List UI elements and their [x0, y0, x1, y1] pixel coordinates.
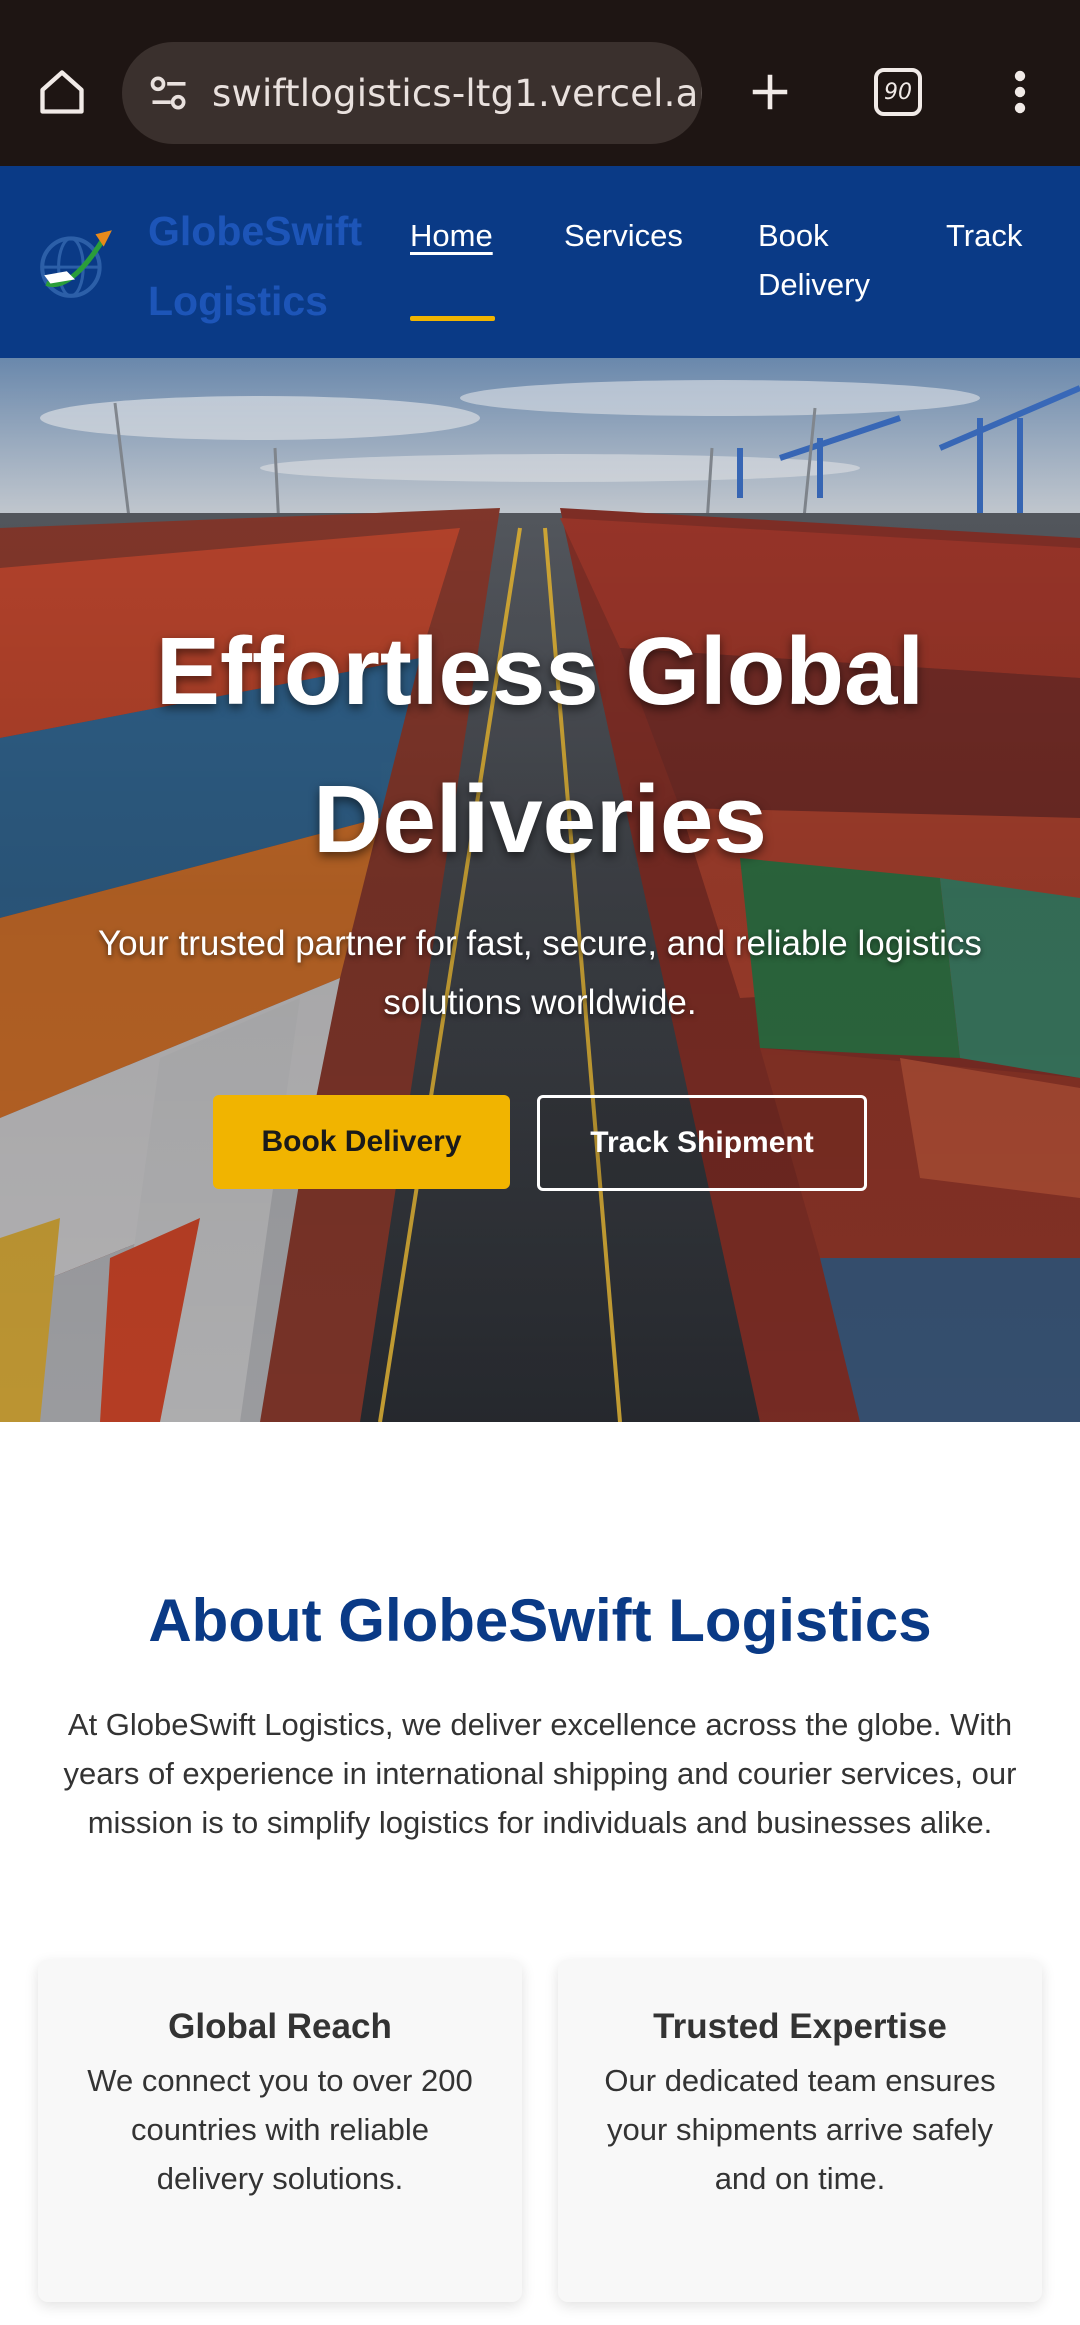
- hero-title: Effortless Global Deliveries: [155, 618, 925, 873]
- new-tab-button[interactable]: [722, 44, 818, 140]
- home-button[interactable]: [14, 44, 110, 140]
- new-tab-icon: [752, 74, 788, 110]
- card-title: Trusted Expertise: [653, 2007, 947, 2046]
- more-menu-icon: [1014, 70, 1026, 114]
- hero-subtitle: Your trusted partner for fast, secure, a…: [98, 924, 982, 1022]
- hero-section: Effortless Global Deliveries Your truste…: [0, 358, 1080, 1422]
- nav-book-delivery[interactable]: Book Delivery: [758, 211, 898, 309]
- about-description: At GlobeSwift Logistics, we deliver exce…: [63, 1707, 1017, 1840]
- brand-name[interactable]: GlobeSwift Logistics: [148, 196, 398, 336]
- about-title: About GlobeSwift Logistics: [148, 1587, 932, 1654]
- nav-home[interactable]: Home: [410, 211, 493, 260]
- more-menu-button[interactable]: [972, 44, 1068, 140]
- nav-track[interactable]: Track: [946, 211, 1022, 260]
- logo-icon[interactable]: [34, 222, 116, 304]
- book-delivery-button[interactable]: Book Delivery: [213, 1095, 510, 1189]
- url-text: swiftlogistics-ltg1.vercel.app: [212, 71, 702, 115]
- card-text: Our dedicated team ensures your shipment…: [604, 2063, 996, 2196]
- feature-card-global-reach: Global Reach We connect you to over 200 …: [38, 1960, 522, 2302]
- tab-switcher-button[interactable]: 90: [850, 44, 946, 140]
- card-text: We connect you to over 200 countries wit…: [87, 2063, 473, 2196]
- site-header: GlobeSwift Logistics Home Services Book …: [0, 166, 1080, 358]
- card-title: Global Reach: [168, 2007, 392, 2046]
- tab-switcher-icon: 90: [874, 68, 922, 116]
- track-shipment-button[interactable]: Track Shipment: [537, 1095, 867, 1191]
- home-icon: [40, 70, 84, 114]
- feature-card-trusted-expertise: Trusted Expertise Our dedicated team ens…: [558, 1960, 1042, 2302]
- address-bar[interactable]: swiftlogistics-ltg1.vercel.app: [122, 42, 702, 144]
- browser-toolbar: swiftlogistics-ltg1.vercel.app 90: [0, 0, 1080, 166]
- nav-services[interactable]: Services: [564, 211, 683, 260]
- nav-active-indicator: [410, 316, 495, 321]
- site-settings-icon[interactable]: [138, 62, 200, 124]
